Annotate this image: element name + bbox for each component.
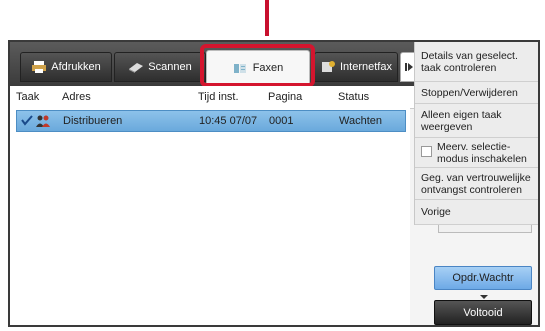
row-status: Wachten xyxy=(339,115,383,127)
internet-fax-icon xyxy=(320,60,336,74)
tab-label: Afdrukken xyxy=(51,61,101,73)
device-screen: Afdrukken Scannen Faxen Internetfax Taak… xyxy=(8,40,540,327)
print-queue-button[interactable]: Opdr.Wachtr xyxy=(434,266,532,290)
annotation-arrow xyxy=(265,0,269,36)
header-job: Taak xyxy=(16,91,40,103)
tab-scannen[interactable]: Scannen xyxy=(114,52,206,82)
row-pages: 0001 xyxy=(269,115,294,127)
multi-select-checkbox[interactable] xyxy=(421,146,432,157)
menu-item-label: Alleen eigen taak weergeven xyxy=(421,108,502,133)
tab-label: Scannen xyxy=(148,61,192,73)
tab-afdrukken[interactable]: Afdrukken xyxy=(20,52,112,82)
header-pages: Pagina xyxy=(268,91,303,103)
group-users-icon xyxy=(35,114,51,131)
menu-item-confidential-reception[interactable]: Geg. van vertrouwelijke ontvangst contro… xyxy=(415,168,538,200)
header-address: Adres xyxy=(62,91,91,103)
tab-internetfax[interactable]: Internetfax xyxy=(314,52,398,82)
done-button[interactable]: Voltooid xyxy=(434,300,532,325)
header-time: Tijd inst. xyxy=(198,91,239,103)
menu-item-own-jobs-only[interactable]: Alleen eigen taak weergeven xyxy=(415,104,538,138)
menu-item-multi-select[interactable]: Meerv. selectie-modus inschakelen xyxy=(415,138,538,168)
checkmark-icon xyxy=(21,114,33,129)
row-address: Distribueren xyxy=(63,115,123,127)
chevron-down-icon xyxy=(480,295,488,299)
row-time: 10:45 07/07 xyxy=(199,115,258,127)
header-status: Status xyxy=(338,91,370,103)
menu-item-label: Details van geselect. taak controleren xyxy=(421,49,518,74)
action-menu: Details van geselect. taak controleren S… xyxy=(414,42,538,225)
tab-label: Internetfax xyxy=(340,61,392,73)
fax-icon xyxy=(233,61,249,75)
tab-faxen[interactable]: Faxen xyxy=(206,50,310,86)
menu-item-check-details[interactable]: Details van geselect. taak controleren xyxy=(415,42,538,82)
menu-item-label: Vorige xyxy=(421,206,451,218)
menu-item-label: Stoppen/Verwijderen xyxy=(421,86,518,99)
menu-item-label: Geg. van vertrouwelijke ontvangst contro… xyxy=(421,171,531,196)
menu-item-label: Meerv. selectie-modus inschakelen xyxy=(437,140,527,165)
menu-scroll-edge xyxy=(438,225,532,233)
menu-item-stop-delete[interactable]: Stoppen/Verwijderen xyxy=(415,82,538,104)
scanner-icon xyxy=(128,60,144,74)
menu-item-back[interactable]: Vorige xyxy=(415,200,538,225)
printer-icon xyxy=(31,60,47,74)
tab-label: Faxen xyxy=(252,62,284,74)
table-row[interactable]: Distribueren 10:45 07/07 0001 Wachten xyxy=(16,110,406,132)
job-list xyxy=(10,108,410,325)
